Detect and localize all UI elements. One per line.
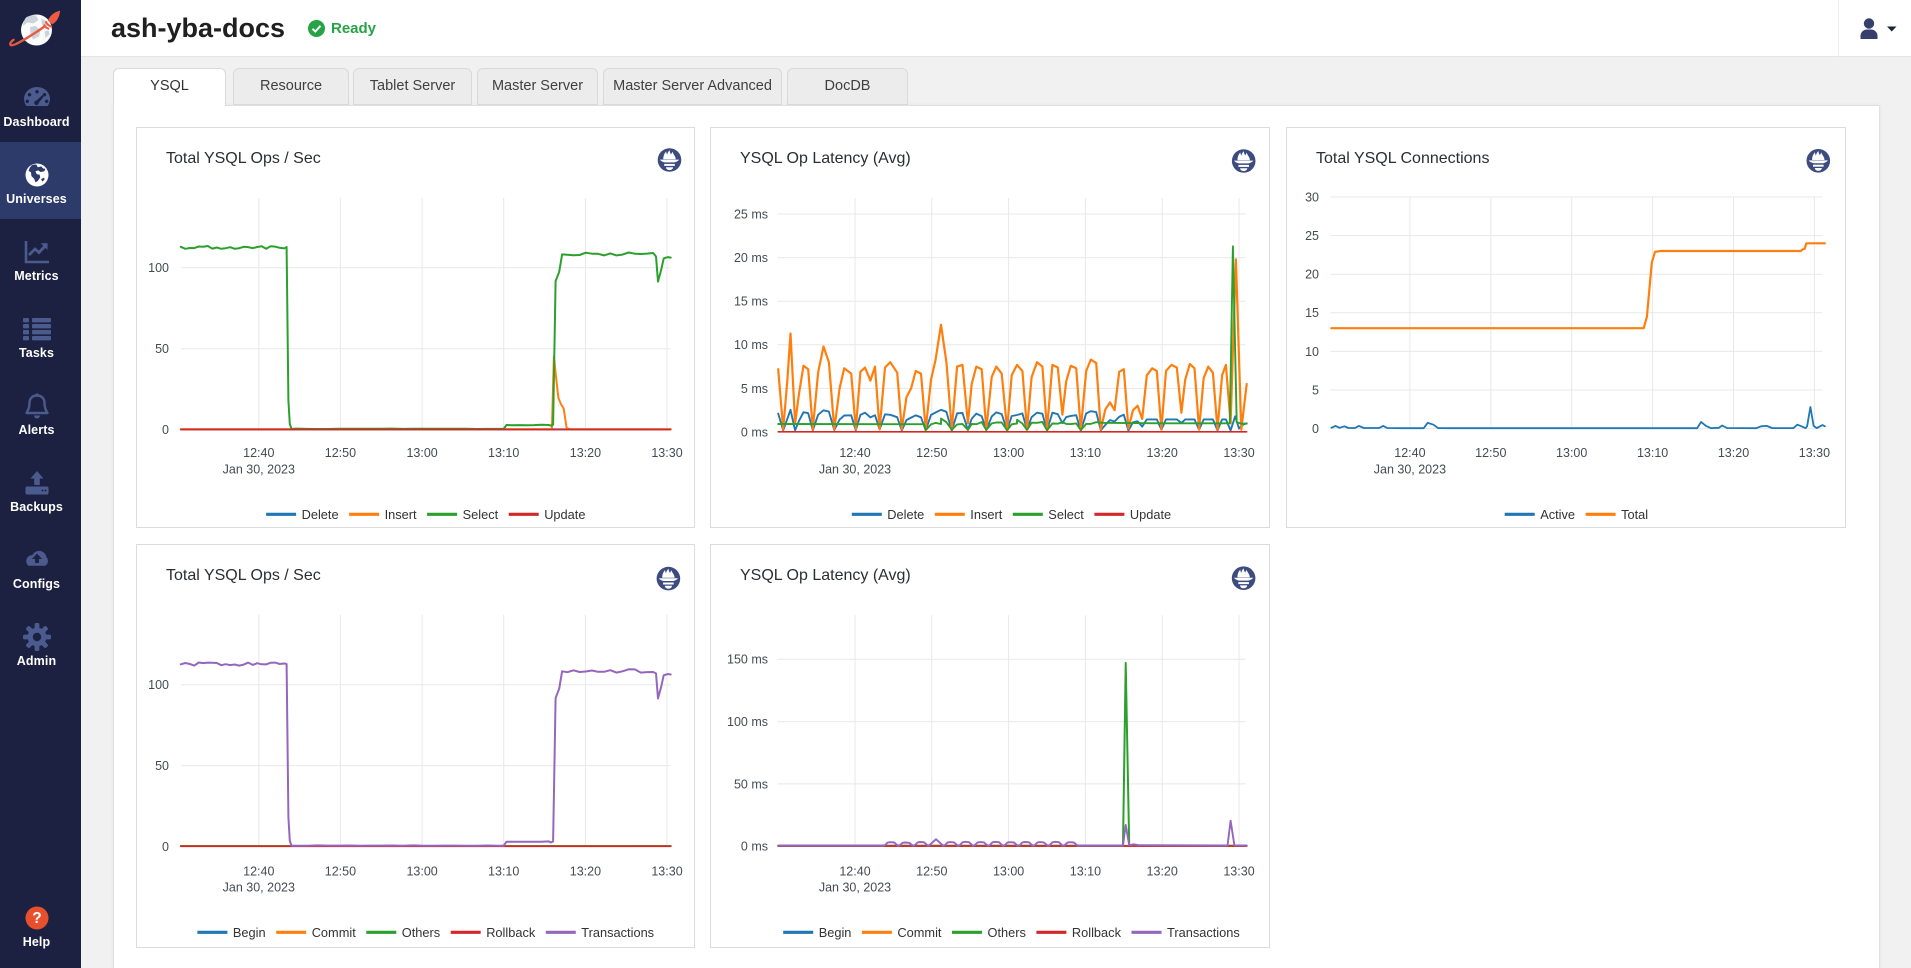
svg-text:Jan 30, 2023: Jan 30, 2023: [223, 881, 295, 895]
svg-text:Transactions: Transactions: [581, 925, 654, 940]
svg-text:13:10: 13:10: [1070, 446, 1101, 460]
svg-text:20 ms: 20 ms: [734, 251, 768, 265]
svg-text:15: 15: [1305, 306, 1319, 320]
svg-text:Others: Others: [402, 925, 440, 940]
svg-text:12:40: 12:40: [839, 864, 870, 878]
svg-text:13:30: 13:30: [651, 864, 682, 878]
svg-text:Begin: Begin: [233, 925, 266, 940]
svg-text:Select: Select: [1048, 507, 1084, 522]
svg-text:25: 25: [1305, 229, 1319, 243]
svg-text:Rollback: Rollback: [1072, 925, 1122, 940]
svg-text:0: 0: [1312, 422, 1319, 436]
svg-text:12:40: 12:40: [1394, 446, 1425, 460]
svg-text:30: 30: [1305, 190, 1319, 204]
svg-text:13:10: 13:10: [488, 446, 519, 460]
svg-text:Delete: Delete: [302, 507, 339, 522]
svg-text:13:00: 13:00: [406, 446, 437, 460]
svg-text:Insert: Insert: [970, 507, 1002, 522]
svg-text:Update: Update: [1130, 507, 1171, 522]
svg-text:Transactions: Transactions: [1167, 925, 1240, 940]
svg-text:50: 50: [155, 342, 169, 356]
svg-text:12:50: 12:50: [916, 446, 947, 460]
svg-text:12:50: 12:50: [916, 864, 947, 878]
svg-text:100: 100: [148, 261, 169, 275]
svg-text:20: 20: [1305, 268, 1319, 282]
svg-text:13:00: 13:00: [993, 446, 1024, 460]
svg-text:150 ms: 150 ms: [727, 653, 768, 667]
svg-text:50 ms: 50 ms: [734, 777, 768, 791]
svg-text:100 ms: 100 ms: [727, 715, 768, 729]
svg-text:13:00: 13:00: [993, 864, 1024, 878]
svg-text:12:40: 12:40: [243, 446, 274, 460]
svg-text:13:00: 13:00: [1556, 446, 1587, 460]
svg-text:Commit: Commit: [312, 925, 357, 940]
svg-text:13:20: 13:20: [570, 446, 601, 460]
svg-text:Active: Active: [1540, 507, 1575, 522]
svg-text:5: 5: [1312, 383, 1319, 397]
svg-text:13:20: 13:20: [1147, 864, 1178, 878]
svg-text:Begin: Begin: [819, 925, 852, 940]
svg-text:Jan 30, 2023: Jan 30, 2023: [223, 462, 295, 476]
svg-text:13:20: 13:20: [1718, 446, 1749, 460]
svg-text:Delete: Delete: [887, 507, 924, 522]
svg-text:Jan 30, 2023: Jan 30, 2023: [819, 462, 891, 476]
svg-text:Rollback: Rollback: [486, 925, 536, 940]
svg-text:12:50: 12:50: [325, 864, 356, 878]
svg-text:Jan 30, 2023: Jan 30, 2023: [1374, 462, 1446, 476]
svg-text:Commit: Commit: [897, 925, 942, 940]
svg-text:12:50: 12:50: [1475, 446, 1506, 460]
svg-text:13:10: 13:10: [1070, 864, 1101, 878]
svg-text:25 ms: 25 ms: [734, 207, 768, 221]
svg-text:13:30: 13:30: [651, 446, 682, 460]
svg-text:0 ms: 0 ms: [741, 425, 768, 439]
svg-text:10: 10: [1305, 345, 1319, 359]
svg-text:13:30: 13:30: [1223, 446, 1254, 460]
svg-text:0: 0: [162, 840, 169, 854]
svg-text:5 ms: 5 ms: [741, 382, 768, 396]
svg-text:12:40: 12:40: [243, 864, 274, 878]
svg-text:10 ms: 10 ms: [734, 338, 768, 352]
svg-text:12:50: 12:50: [325, 446, 356, 460]
svg-text:12:40: 12:40: [839, 446, 870, 460]
svg-text:Update: Update: [544, 507, 585, 522]
svg-text:Jan 30, 2023: Jan 30, 2023: [819, 881, 891, 895]
svg-text:0: 0: [162, 423, 169, 437]
svg-text:?: ?: [32, 910, 41, 927]
svg-text:15 ms: 15 ms: [734, 295, 768, 309]
svg-text:13:10: 13:10: [488, 864, 519, 878]
svg-text:0 ms: 0 ms: [741, 840, 768, 854]
svg-text:13:10: 13:10: [1637, 446, 1668, 460]
svg-text:Select: Select: [463, 507, 499, 522]
svg-text:Insert: Insert: [385, 507, 417, 522]
svg-text:13:00: 13:00: [406, 864, 437, 878]
svg-text:13:20: 13:20: [570, 864, 601, 878]
svg-text:13:30: 13:30: [1223, 864, 1254, 878]
svg-text:Others: Others: [988, 925, 1026, 940]
svg-text:100: 100: [148, 678, 169, 692]
svg-text:13:30: 13:30: [1799, 446, 1830, 460]
svg-text:13:20: 13:20: [1147, 446, 1178, 460]
svg-text:Total: Total: [1621, 507, 1648, 522]
svg-text:50: 50: [155, 759, 169, 773]
